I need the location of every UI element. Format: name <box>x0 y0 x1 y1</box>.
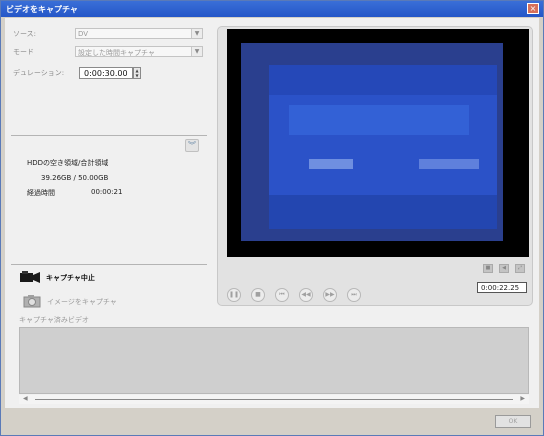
source-label: ソース: <box>13 30 37 38</box>
source-select[interactable]: DV ▼ <box>75 28 203 39</box>
horizontal-scrollbar[interactable]: ◀ ▶ <box>19 395 529 404</box>
mode-label: モード <box>13 48 34 56</box>
volume-icon[interactable]: ◀ <box>499 264 509 273</box>
stop-icon[interactable]: ■ <box>251 288 265 302</box>
duration-value: 0:00:30.00 <box>84 69 128 78</box>
divider <box>11 264 207 265</box>
pixel-band <box>269 195 497 229</box>
double-chevron-down-icon[interactable]: ︾ <box>185 139 199 152</box>
scroll-right-icon[interactable]: ▶ <box>520 395 525 402</box>
dialog-body: ソース: DV ▼ モード 設定した時間キャプチャ ▼ デュレーション: 0:0… <box>5 18 539 408</box>
timecode-value: 0:00:22.25 <box>481 284 520 292</box>
capture-image-button[interactable]: イメージをキャプチャ <box>23 294 133 308</box>
scroll-track[interactable] <box>35 399 513 400</box>
elapsed-label: 経過時間 <box>27 189 55 197</box>
mode-select[interactable]: 設定した時間キャプチャ ▼ <box>75 46 203 57</box>
pixel-band <box>419 159 479 169</box>
ok-button[interactable]: OK <box>495 415 531 428</box>
elapsed-value: 00:00:21 <box>91 188 123 196</box>
pixel-band <box>269 65 497 95</box>
video-camera-icon <box>20 271 40 283</box>
chevron-down-icon: ▼ <box>191 29 202 38</box>
chevron-down-icon: ▼ <box>191 47 202 56</box>
hdd-label: HDDの空き領域/合計領域 <box>27 159 109 167</box>
pixel-band <box>309 159 353 169</box>
skip-back-icon[interactable]: ⏮ <box>275 288 289 302</box>
captured-video-label: キャプチャ済みビデオ <box>19 316 89 324</box>
hdd-value: 39.26GB / 50.00GB <box>41 174 109 182</box>
skip-forward-icon[interactable]: ⏭ <box>347 288 361 302</box>
duration-input[interactable]: 0:00:30.00 <box>79 67 133 79</box>
divider <box>11 135 207 136</box>
stop-capture-button[interactable]: キャプチャ中止 <box>19 270 129 286</box>
view-mode-icon[interactable]: ■ <box>483 264 493 273</box>
pixel-band <box>289 105 469 135</box>
fullscreen-icon[interactable]: ⤢ <box>515 264 525 273</box>
scroll-left-icon[interactable]: ◀ <box>23 395 28 402</box>
video-preview <box>227 29 529 257</box>
title-bar[interactable]: ビデオをキャプチャ × <box>1 1 543 17</box>
spin-down-icon[interactable]: ▼ <box>134 73 140 78</box>
still-camera-icon <box>23 295 41 308</box>
duration-spinner[interactable]: ▲ ▼ <box>133 67 141 79</box>
capture-image-label: イメージをキャプチャ <box>47 298 117 306</box>
duration-label: デュレーション: <box>13 69 65 77</box>
mode-value: 設定した時間キャプチャ <box>78 49 155 57</box>
stop-capture-label: キャプチャ中止 <box>46 274 95 282</box>
source-value: DV <box>78 30 89 38</box>
close-button[interactable]: × <box>527 3 539 14</box>
pause-icon[interactable]: ❚❚ <box>227 288 241 302</box>
tv-screen-image <box>269 65 497 229</box>
capture-video-window: ビデオをキャプチャ × ソース: DV ▼ モード 設定した時間キャプチャ ▼ … <box>0 0 544 436</box>
fast-forward-icon[interactable]: ▶▶ <box>323 288 337 302</box>
captured-video-list[interactable] <box>19 327 529 394</box>
timecode-display: 0:00:22.25 <box>477 282 527 293</box>
video-frame <box>241 43 503 241</box>
window-title: ビデオをキャプチャ <box>6 5 78 14</box>
rewind-icon[interactable]: ◀◀ <box>299 288 313 302</box>
